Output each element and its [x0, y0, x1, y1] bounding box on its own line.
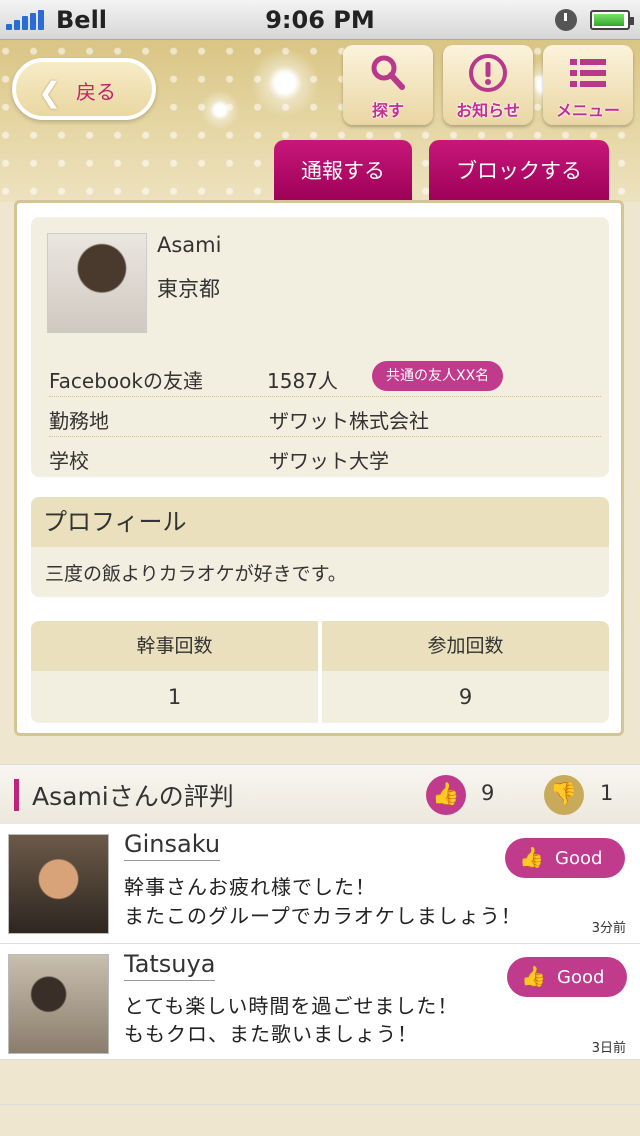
sparkle-decoration — [250, 48, 320, 118]
profile-name: Asami — [157, 233, 222, 257]
stat-value: 1 — [167, 685, 182, 709]
reviewer-name[interactable]: Tatsuya — [124, 950, 216, 981]
report-button[interactable]: 通報する — [274, 140, 412, 202]
notice-button-label: お知らせ — [456, 101, 520, 120]
back-button-label: 戻る — [76, 80, 116, 104]
menu-list-icon — [570, 59, 606, 87]
sparkle-decoration — [200, 90, 240, 130]
battery-icon — [590, 10, 634, 30]
thumbs-up-icon: 👍 — [519, 845, 544, 869]
status-time: 9:06 PM — [265, 6, 375, 34]
footer — [0, 1104, 640, 1136]
thumbs-up-icon: 👍 — [521, 964, 546, 988]
back-button[interactable]: ❮ 戻る — [12, 58, 156, 120]
thumbs-down-icon[interactable]: 👎 — [544, 775, 584, 815]
notice-button[interactable]: お知らせ — [443, 45, 533, 125]
review-text-line1: とても楽しい時間を過ごせました！ — [124, 994, 459, 1018]
info-row-value: ザワット株式会社 — [269, 409, 429, 433]
review-time: 3日前 — [591, 1041, 626, 1056]
status-bar: Bell 9:06 PM — [0, 0, 640, 40]
block-button[interactable]: ブロックする — [429, 140, 609, 202]
info-row-value: 1587人 — [267, 369, 338, 393]
alarm-icon — [555, 9, 577, 31]
info-row-school: 学校 ザワット大学 — [49, 437, 601, 477]
chevron-left-icon: ❮ — [38, 76, 62, 109]
search-button-label: 探す — [371, 101, 404, 120]
review-item[interactable]: Ginsaku 👍 Good 幹事さんお疲れ様でした！ またこのグループでカラオ… — [0, 824, 640, 944]
avatar — [47, 233, 147, 333]
stats-table: 幹事回数 1 参加回数 9 — [31, 621, 609, 723]
reviewer-name[interactable]: Ginsaku — [124, 830, 221, 861]
good-count: 9 — [481, 781, 495, 805]
reputation-title: Asamiさんの評判 — [32, 782, 234, 811]
search-button[interactable]: 探す — [343, 45, 433, 125]
info-row-key: 学校 — [49, 449, 89, 473]
profile-text: 三度の飯よりカラオケが好きです。 — [45, 563, 347, 585]
thumbs-up-icon[interactable]: 👍 — [426, 775, 466, 815]
good-badge-label: Good — [557, 967, 605, 988]
section-marker — [14, 779, 19, 811]
profile-card: Asami 東京都 Facebookの友達 1587人 共通の友人XX名 勤務地… — [14, 200, 624, 736]
menu-button[interactable]: メニュー — [543, 45, 633, 125]
search-icon — [371, 55, 405, 90]
mutual-friends-badge[interactable]: 共通の友人XX名 — [372, 361, 504, 391]
info-row-friends: Facebookの友達 1587人 共通の友人XX名 — [49, 357, 601, 397]
stat-organizer: 幹事回数 1 — [31, 621, 318, 723]
reviewer-avatar — [8, 834, 109, 934]
good-badge: 👍 Good — [507, 957, 627, 997]
stat-value: 9 — [458, 685, 473, 709]
info-row-key: 勤務地 — [49, 409, 109, 433]
stat-label: 参加回数 — [322, 621, 609, 671]
info-row-key: Facebookの友達 — [49, 369, 203, 393]
good-badge-label: Good — [555, 848, 603, 869]
stat-participation: 参加回数 9 — [322, 621, 609, 723]
profile-heading: プロフィール — [31, 497, 609, 547]
review-item[interactable]: Tatsuya 👍 Good とても楽しい時間を過ごせました！ ももクロ、また歌… — [0, 944, 640, 1060]
info-row-value: ザワット大学 — [269, 449, 389, 473]
profile-section: プロフィール 三度の飯よりカラオケが好きです。 — [31, 497, 609, 597]
exclamation-icon — [469, 54, 507, 92]
profile-info-panel: Asami 東京都 Facebookの友達 1587人 共通の友人XX名 勤務地… — [31, 217, 609, 477]
bad-count: 1 — [600, 781, 614, 805]
reputation-header: Asamiさんの評判 👍 9 👎 1 — [0, 764, 640, 824]
review-time: 3分前 — [591, 921, 626, 936]
review-text-line2: またこのグループでカラオケしましょう！ — [124, 904, 522, 928]
profile-location: 東京都 — [157, 277, 220, 301]
menu-button-label: メニュー — [555, 101, 620, 120]
review-text-line1: 幹事さんお疲れ様でした！ — [124, 875, 376, 899]
review-text-line2: ももクロ、また歌いましょう！ — [124, 1022, 418, 1046]
good-badge: 👍 Good — [505, 838, 625, 878]
info-row-workplace: 勤務地 ザワット株式会社 — [49, 397, 601, 437]
stat-label: 幹事回数 — [31, 621, 318, 671]
reviewer-avatar — [8, 954, 109, 1054]
